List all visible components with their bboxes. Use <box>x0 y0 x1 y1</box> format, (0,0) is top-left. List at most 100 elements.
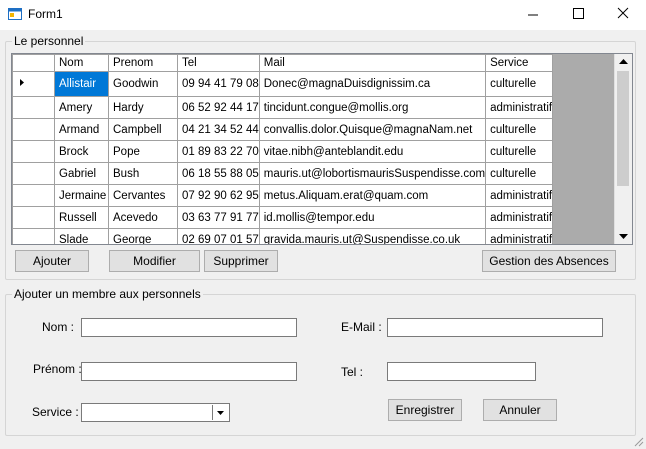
service-label: Service : <box>32 405 79 419</box>
table-cell[interactable]: 06 18 55 88 05 <box>177 162 260 185</box>
table-header-row: Nom Prenom Tel Mail Service <box>12 54 554 72</box>
email-field[interactable] <box>387 318 603 337</box>
table-cell[interactable]: Acevedo <box>108 206 178 229</box>
table-cell[interactable]: convallis.dolor.Quisque@magnaNam.net <box>258 118 487 141</box>
add-button[interactable]: Ajouter <box>15 250 89 272</box>
column-header[interactable]: Nom <box>54 54 109 72</box>
row-header[interactable] <box>12 228 55 244</box>
tel-label: Tel : <box>341 365 364 379</box>
personnel-group-title: Le personnel <box>12 34 86 48</box>
row-header[interactable] <box>12 140 55 163</box>
table-cell[interactable]: Brock <box>54 140 109 163</box>
table-cell[interactable]: culturelle <box>485 140 554 163</box>
table-row[interactable]: Armand Campbell 04 21 34 52 44 convallis… <box>12 118 554 141</box>
row-header[interactable] <box>12 184 55 207</box>
row-header[interactable] <box>12 162 55 185</box>
table-row[interactable]: Brock Pope 01 89 83 22 70 vitae.nibh@ant… <box>12 140 554 163</box>
column-header[interactable]: Tel <box>177 54 260 72</box>
scroll-up-icon[interactable] <box>615 54 632 70</box>
table-cell[interactable]: Donec@magnaDuisdignissim.ca <box>258 71 487 97</box>
table-cell[interactable]: administratif <box>485 184 554 207</box>
table-cell[interactable]: 04 21 34 52 44 <box>177 118 260 141</box>
row-header[interactable] <box>12 118 55 141</box>
table-cell[interactable]: metus.Aliquam.erat@quam.com <box>258 184 487 207</box>
table-row[interactable]: Russell Acevedo 03 63 77 91 77 id.mollis… <box>12 206 554 229</box>
table-cell[interactable]: 03 63 77 91 77 <box>177 206 260 229</box>
resize-grip-icon[interactable] <box>632 435 644 447</box>
table-cell[interactable]: id.mollis@tempor.edu <box>258 206 487 229</box>
table-cell[interactable]: Pope <box>108 140 178 163</box>
prenom-label: Prénom : <box>33 362 82 376</box>
column-header[interactable]: Service <box>485 54 554 72</box>
column-header[interactable]: Mail <box>258 54 487 72</box>
table-cell[interactable]: Allistair <box>54 71 109 97</box>
table-cell[interactable]: tincidunt.congue@mollis.org <box>258 96 487 119</box>
scrollbar-thumb[interactable] <box>617 71 629 186</box>
nom-label: Nom : <box>42 320 75 334</box>
cancel-button[interactable]: Annuler <box>483 399 557 421</box>
table-cell[interactable]: Armand <box>54 118 109 141</box>
table-row[interactable]: Gabriel Bush 06 18 55 88 05 mauris.ut@lo… <box>12 162 554 185</box>
table-cell[interactable]: administratif <box>485 96 554 119</box>
add-member-group-title: Ajouter un membre aux personnels <box>12 287 203 301</box>
nom-field[interactable] <box>81 318 297 337</box>
table-cell[interactable]: Campbell <box>108 118 178 141</box>
grid-corner <box>12 54 55 72</box>
table-cell[interactable]: administratif <box>485 206 554 229</box>
table-cell[interactable]: Bush <box>108 162 178 185</box>
table-cell[interactable]: culturelle <box>485 71 554 97</box>
maximize-button[interactable] <box>555 0 601 30</box>
table-cell[interactable]: 02 69 07 01 57 <box>177 228 260 244</box>
table-cell[interactable]: mauris.ut@lobortismaurisSuspendisse.com <box>258 162 487 185</box>
delete-button[interactable]: Supprimer <box>204 250 278 272</box>
table-cell[interactable]: 06 52 92 44 17 <box>177 96 260 119</box>
tel-field[interactable] <box>387 362 536 381</box>
service-select[interactable] <box>81 403 230 422</box>
table-cell[interactable]: Goodwin <box>108 71 178 97</box>
table-cell[interactable]: George <box>108 228 178 244</box>
table-cell[interactable]: Slade <box>54 228 109 244</box>
table-cell[interactable]: vitae.nibh@anteblandit.edu <box>258 140 487 163</box>
email-label: E-Mail : <box>341 320 382 334</box>
table-row[interactable]: Slade George 02 69 07 01 57 gravida.maur… <box>12 228 554 244</box>
save-button[interactable]: Enregistrer <box>388 399 462 421</box>
edit-button[interactable]: Modifier <box>109 250 200 272</box>
table-cell[interactable]: Hardy <box>108 96 178 119</box>
row-header[interactable] <box>12 206 55 229</box>
absences-button[interactable]: Gestion des Absences <box>482 250 616 272</box>
row-header[interactable] <box>12 96 55 119</box>
title-bar: Form1 <box>0 0 646 30</box>
table-cell[interactable]: 01 89 83 22 70 <box>177 140 260 163</box>
maximize-icon <box>573 8 584 19</box>
form-icon <box>8 8 22 20</box>
table-cell[interactable]: Amery <box>54 96 109 119</box>
scroll-down-icon[interactable] <box>615 228 632 244</box>
table-cell[interactable]: Cervantes <box>108 184 178 207</box>
table-row[interactable]: Jermaine Cervantes 07 92 90 62 95 metus.… <box>12 184 554 207</box>
close-button[interactable] <box>600 0 646 30</box>
table-cell[interactable]: gravida.mauris.ut@Suspendisse.co.uk <box>258 228 487 244</box>
column-header[interactable]: Prenom <box>108 54 178 72</box>
row-pointer-icon <box>20 79 24 86</box>
personnel-table: Nom Prenom Tel Mail Service Allistair Go… <box>12 54 554 244</box>
minimize-icon <box>528 14 538 16</box>
current-row-indicator[interactable] <box>12 71 55 97</box>
table-cell[interactable]: 09 94 41 79 08 <box>177 71 260 97</box>
grid-vertical-scrollbar[interactable] <box>614 54 632 244</box>
minimize-button[interactable] <box>510 0 556 30</box>
chevron-down-icon <box>217 411 224 415</box>
table-row[interactable]: Amery Hardy 06 52 92 44 17 tincidunt.con… <box>12 96 554 119</box>
personnel-grid[interactable]: Nom Prenom Tel Mail Service Allistair Go… <box>11 53 633 245</box>
table-row[interactable]: Allistair Goodwin 09 94 41 79 08 Donec@m… <box>12 71 554 97</box>
table-cell[interactable]: culturelle <box>485 162 554 185</box>
prenom-field[interactable] <box>81 362 297 381</box>
table-cell[interactable]: Gabriel <box>54 162 109 185</box>
window-title: Form1 <box>28 7 63 21</box>
service-dropdown-button[interactable] <box>212 405 228 420</box>
table-cell[interactable]: administratif <box>485 228 554 244</box>
table-cell[interactable]: Russell <box>54 206 109 229</box>
table-cell[interactable]: Jermaine <box>54 184 109 207</box>
close-icon <box>617 7 629 19</box>
table-cell[interactable]: culturelle <box>485 118 554 141</box>
table-cell[interactable]: 07 92 90 62 95 <box>177 184 260 207</box>
